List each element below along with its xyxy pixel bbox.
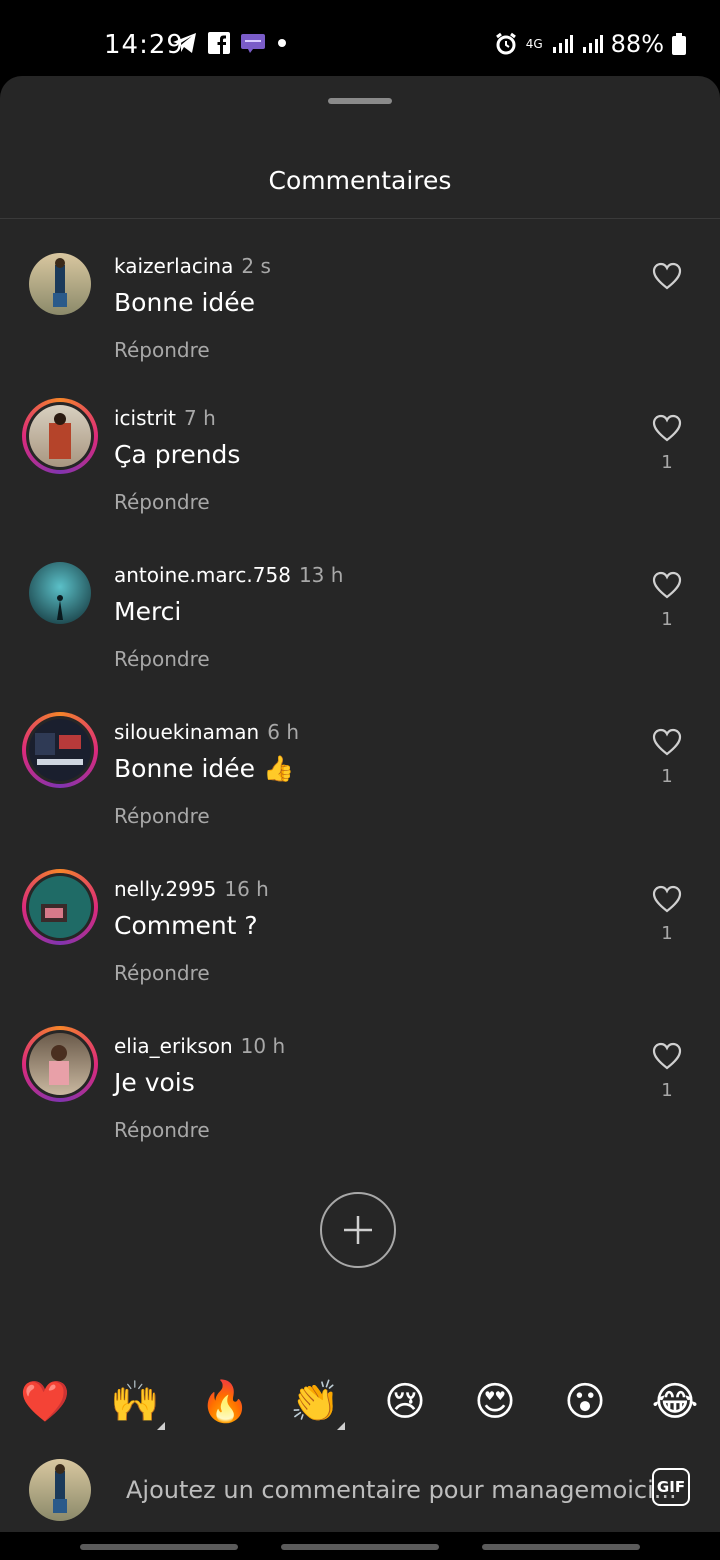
timestamp: 7 h	[184, 406, 216, 430]
emoji-red-heart[interactable]: ❤️	[15, 1372, 75, 1432]
username[interactable]: elia_erikson	[114, 1034, 233, 1058]
timestamp: 6 h	[267, 720, 299, 744]
emoji-raising-hands[interactable]: 🙌	[105, 1372, 165, 1432]
battery-percent: 88%	[610, 30, 664, 58]
alarm-icon	[495, 32, 516, 55]
reply-button[interactable]: Répondre	[114, 338, 210, 362]
drag-handle[interactable]	[328, 98, 392, 104]
messenger-icon	[241, 34, 265, 53]
comment-text: Merci	[114, 597, 182, 626]
comment-item: elia_erikson 10 h Je vois Répondre 1	[0, 1026, 720, 1176]
timestamp: 10 h	[240, 1034, 286, 1058]
heart-icon[interactable]	[652, 1042, 682, 1070]
emoji-tears-of-joy[interactable]: 😂	[645, 1372, 705, 1432]
comment-item: nelly.2995 16 h Comment ? Répondre 1	[0, 869, 720, 1019]
emoji-heart-eyes[interactable]: 😍	[465, 1372, 525, 1432]
heart-icon[interactable]	[652, 885, 682, 913]
emoji-bar: ❤️ 🙌 🔥 👏 😢 😍 😮 😂	[0, 1372, 720, 1432]
battery-icon	[672, 33, 686, 55]
reply-button[interactable]: Répondre	[114, 647, 210, 671]
comment-text: Bonne idée	[114, 288, 256, 317]
sheet-title: Commentaires	[268, 166, 452, 195]
gif-button[interactable]: GIF	[652, 1468, 690, 1506]
avatar[interactable]	[22, 869, 98, 945]
like-count: 1	[661, 452, 673, 473]
comment-text: Bonne idée 👍	[114, 754, 295, 783]
reply-button[interactable]: Répondre	[114, 1118, 210, 1142]
variant-indicator	[157, 1422, 165, 1430]
reply-button[interactable]: Répondre	[114, 804, 210, 828]
like-count: 1	[661, 923, 673, 944]
comment-text: Je vois	[114, 1068, 195, 1097]
username[interactable]: icistrit	[114, 406, 176, 430]
timestamp: 2 s	[241, 254, 271, 278]
divider	[0, 218, 720, 219]
emoji-clapping-hands[interactable]: 👏	[285, 1372, 345, 1432]
signal-icon-2	[582, 35, 603, 53]
comments-sheet: Commentaires kaizerlacina 2 s Bonne idée …	[0, 76, 720, 1560]
heart-icon[interactable]	[652, 262, 682, 290]
avatar[interactable]	[22, 246, 98, 322]
plus-icon	[344, 1216, 372, 1244]
comment-composer: Ajoutez un commentaire pour managemoici.…	[0, 1452, 720, 1532]
status-bar: 14:29 4G 88%	[0, 0, 720, 80]
username[interactable]: nelly.2995	[114, 877, 216, 901]
avatar[interactable]	[22, 555, 98, 631]
load-more-button[interactable]	[320, 1192, 396, 1268]
comment-text: Ça prends	[114, 440, 241, 469]
username[interactable]: kaizerlacina	[114, 254, 233, 278]
username[interactable]: silouekinaman	[114, 720, 259, 744]
like-count: 1	[661, 609, 673, 630]
like-count: 1	[661, 1080, 673, 1101]
nav-back-button[interactable]	[482, 1544, 640, 1550]
like-count: 1	[661, 766, 673, 787]
signal-icon	[552, 35, 573, 53]
heart-icon[interactable]	[652, 728, 682, 756]
emoji-surprised-face[interactable]: 😮	[555, 1372, 615, 1432]
avatar[interactable]	[22, 712, 98, 788]
emoji-fire[interactable]: 🔥	[195, 1372, 255, 1432]
avatar[interactable]	[22, 1026, 98, 1102]
nav-home-button[interactable]	[281, 1544, 439, 1550]
navigation-bar	[0, 1532, 720, 1560]
comment-item: silouekinaman 6 h Bonne idée 👍 Répondre 1	[0, 712, 720, 862]
comment-input[interactable]: Ajoutez un commentaire pour managemoici.…	[126, 1476, 677, 1504]
comment-item: antoine.marc.758 13 h Merci Répondre 1	[0, 555, 720, 705]
reply-button[interactable]: Répondre	[114, 490, 210, 514]
dot-icon	[278, 39, 286, 47]
heart-icon[interactable]	[652, 414, 682, 442]
timestamp: 13 h	[298, 563, 344, 587]
variant-indicator	[337, 1422, 345, 1430]
comment-item: icistrit 7 h Ça prends Répondre 1	[0, 398, 720, 548]
network-type: 4G	[525, 37, 543, 51]
comment-text: Comment ?	[114, 911, 258, 940]
avatar[interactable]	[22, 398, 98, 474]
my-avatar	[22, 1452, 98, 1528]
timestamp: 16 h	[224, 877, 269, 901]
reply-button[interactable]: Répondre	[114, 961, 210, 985]
username[interactable]: antoine.marc.758	[114, 563, 291, 587]
facebook-icon	[208, 32, 230, 54]
telegram-icon	[173, 33, 196, 53]
emoji-crying-face[interactable]: 😢	[375, 1372, 435, 1432]
comment-item: kaizerlacina 2 s Bonne idée Répondre	[0, 246, 720, 396]
heart-icon[interactable]	[652, 571, 682, 599]
nav-recents-button[interactable]	[80, 1544, 238, 1550]
